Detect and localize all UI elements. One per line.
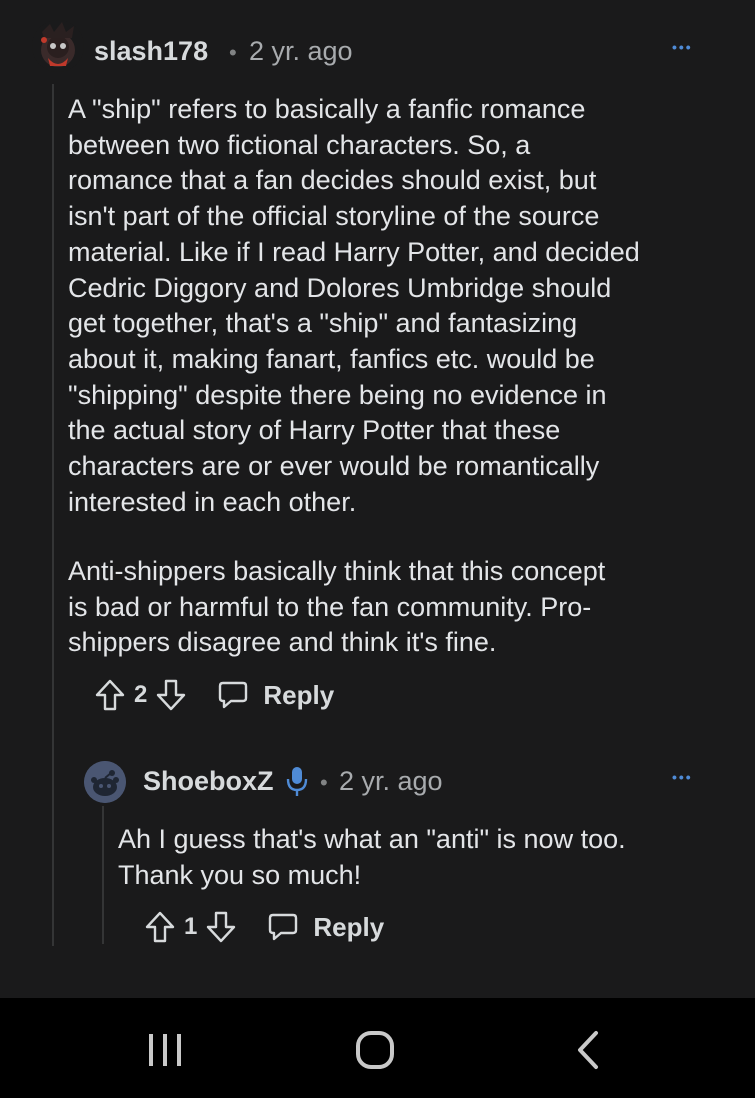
reply-actions: 1 Reply (144, 907, 384, 947)
reply-username[interactable]: ShoeboxZ (143, 766, 274, 797)
reply-body: Ah I guess that's what an "anti" is now … (118, 824, 626, 890)
separator-dot: • (320, 770, 328, 795)
reply-icon (217, 680, 249, 710)
home-icon[interactable] (355, 1030, 395, 1075)
reply-timestamp: 2 yr. ago (339, 766, 443, 796)
reply-icon (267, 912, 299, 942)
recents-icon[interactable] (145, 1032, 185, 1073)
comment-actions: 2 Reply (94, 675, 334, 715)
upvote-icon[interactable] (144, 910, 176, 944)
comment-thread: slash178 • 2 yr. ago ••• A "ship" refers… (0, 0, 755, 988)
reply-label: Reply (313, 911, 385, 942)
comment-timestamp: 2 yr. ago (249, 36, 353, 66)
thread-line[interactable] (52, 84, 54, 946)
downvote-icon[interactable] (155, 678, 187, 712)
user-avatar-shoeboxz[interactable] (84, 761, 126, 803)
separator-dot: • (229, 40, 237, 65)
comment-username[interactable]: slash178 (94, 36, 208, 67)
reply-thread-line[interactable] (102, 806, 104, 944)
reply-button[interactable]: Reply (217, 680, 334, 711)
downvote-icon[interactable] (205, 910, 237, 944)
reply-button[interactable]: Reply (267, 912, 384, 943)
more-options-icon[interactable]: ••• (672, 769, 693, 785)
vote-count: 1 (184, 913, 198, 940)
vote-count: 2 (134, 681, 148, 708)
reply-label: Reply (263, 679, 335, 710)
comment-body-paragraph-1: A "ship" refers to basically a fanfic ro… (68, 94, 640, 517)
system-navigation-bar (0, 998, 755, 1098)
upvote-icon[interactable] (94, 678, 126, 712)
more-options-icon[interactable]: ••• (672, 39, 693, 55)
comment-body-paragraph-2: Anti-shippers basically think that this … (68, 556, 606, 658)
user-avatar-slash178[interactable] (32, 20, 84, 72)
back-icon[interactable] (574, 1030, 602, 1075)
mic-icon (284, 765, 310, 804)
